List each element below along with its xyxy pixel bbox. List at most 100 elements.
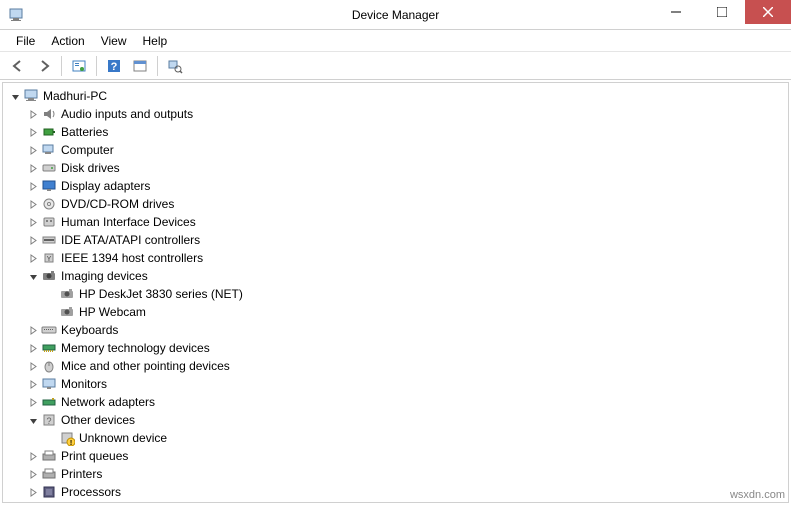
network-icon: [41, 394, 57, 410]
tree-node[interactable]: Display adapters: [3, 177, 788, 195]
svg-text:Y: Y: [47, 256, 52, 263]
window-title: Device Manager: [352, 8, 439, 22]
menu-view[interactable]: View: [93, 32, 135, 50]
audio-icon: [41, 106, 57, 122]
expand-icon: [45, 288, 57, 300]
tree-node[interactable]: Madhuri-PC: [3, 87, 788, 105]
imaging-device-icon: [59, 286, 75, 302]
expand-icon[interactable]: [27, 324, 39, 336]
back-button[interactable]: [6, 54, 30, 78]
tree-node[interactable]: Disk drives: [3, 159, 788, 177]
scan-button[interactable]: [163, 54, 187, 78]
menu-help[interactable]: Help: [135, 32, 176, 50]
tree-node-label: Memory technology devices: [61, 341, 210, 355]
monitor-icon: [41, 376, 57, 392]
expand-icon[interactable]: [27, 486, 39, 498]
minimize-button[interactable]: [653, 0, 699, 24]
expand-icon[interactable]: [27, 396, 39, 408]
tree-node[interactable]: Mice and other pointing devices: [3, 357, 788, 375]
tree-node-label: Mice and other pointing devices: [61, 359, 230, 373]
tree-node-label: Network adapters: [61, 395, 155, 409]
tree-node[interactable]: ? Other devices: [3, 411, 788, 429]
unknown-warning-icon: !: [59, 430, 75, 446]
toolbar-separator: [61, 56, 62, 76]
computer-root-icon: [23, 88, 39, 104]
ide-icon: [41, 232, 57, 248]
expand-icon[interactable]: [27, 234, 39, 246]
expand-icon[interactable]: [27, 360, 39, 372]
tree-node-label: Batteries: [61, 125, 108, 139]
memory-icon: [41, 340, 57, 356]
menu-file[interactable]: File: [8, 32, 43, 50]
svg-text:?: ?: [111, 61, 118, 73]
expand-icon[interactable]: [27, 342, 39, 354]
device-tree: Madhuri-PC Audio inputs and outputs Batter…: [3, 83, 788, 503]
show-hidden-button[interactable]: [67, 54, 91, 78]
toolbar: ?: [0, 52, 791, 80]
svg-text:?: ?: [46, 416, 51, 426]
menubar: File Action View Help: [0, 30, 791, 52]
tree-node-label: HP Webcam: [79, 305, 146, 319]
toolbar-separator: [157, 56, 158, 76]
tree-node[interactable]: Keyboards: [3, 321, 788, 339]
tree-node[interactable]: Processors: [3, 483, 788, 501]
tree-node[interactable]: IDE ATA/ATAPI controllers: [3, 231, 788, 249]
mouse-icon: [41, 358, 57, 374]
expand-icon[interactable]: [27, 144, 39, 156]
expand-icon[interactable]: [27, 378, 39, 390]
titlebar: Device Manager: [0, 0, 791, 30]
tree-node-label: Unknown device: [79, 431, 167, 445]
tree-node[interactable]: Memory technology devices: [3, 339, 788, 357]
menu-action[interactable]: Action: [43, 32, 92, 50]
tree-node[interactable]: Y IEEE 1394 host controllers: [3, 249, 788, 267]
tree-node[interactable]: Monitors: [3, 375, 788, 393]
tree-node[interactable]: Human Interface Devices: [3, 213, 788, 231]
tree-node[interactable]: ! Unknown device: [3, 429, 788, 447]
tree-node-label: Madhuri-PC: [43, 89, 107, 103]
collapse-icon[interactable]: [27, 414, 39, 426]
expand-icon: [45, 432, 57, 444]
device-tree-pane[interactable]: Madhuri-PC Audio inputs and outputs Batter…: [2, 82, 789, 503]
maximize-button[interactable]: [699, 0, 745, 24]
imaging-icon: [41, 268, 57, 284]
tree-node[interactable]: Printers: [3, 465, 788, 483]
tree-node-label: Disk drives: [61, 161, 120, 175]
imaging-device-icon: [59, 304, 75, 320]
tree-node-label: Display adapters: [61, 179, 150, 193]
expand-icon[interactable]: [27, 180, 39, 192]
tree-node[interactable]: HP DeskJet 3830 series (NET): [3, 285, 788, 303]
tree-node[interactable]: Computer: [3, 141, 788, 159]
tree-node[interactable]: Print queues: [3, 447, 788, 465]
expand-icon[interactable]: [27, 108, 39, 120]
disk-icon: [41, 160, 57, 176]
expand-icon[interactable]: [27, 216, 39, 228]
expand-icon[interactable]: [27, 198, 39, 210]
tree-node-label: IDE ATA/ATAPI controllers: [61, 233, 200, 247]
app-icon: [8, 7, 24, 23]
forward-button[interactable]: [32, 54, 56, 78]
tree-node[interactable]: Batteries: [3, 123, 788, 141]
tree-node-label: Other devices: [61, 413, 135, 427]
expand-icon[interactable]: [27, 450, 39, 462]
collapse-icon[interactable]: [27, 270, 39, 282]
tree-node-label: HP DeskJet 3830 series (NET): [79, 287, 243, 301]
collapse-icon[interactable]: [9, 90, 21, 102]
tree-node-label: Imaging devices: [61, 269, 148, 283]
tree-node-label: DVD/CD-ROM drives: [61, 197, 174, 211]
tree-node[interactable]: HP Webcam: [3, 303, 788, 321]
hid-icon: [41, 214, 57, 230]
expand-icon[interactable]: [27, 126, 39, 138]
tree-node[interactable]: Audio inputs and outputs: [3, 105, 788, 123]
tree-node[interactable]: Network adapters: [3, 393, 788, 411]
tree-node-label: Human Interface Devices: [61, 215, 196, 229]
expand-icon[interactable]: [27, 252, 39, 264]
expand-icon[interactable]: [27, 162, 39, 174]
help-button[interactable]: ?: [102, 54, 126, 78]
tree-node[interactable]: Imaging devices: [3, 267, 788, 285]
computer-icon: [41, 142, 57, 158]
expand-icon[interactable]: [27, 468, 39, 480]
tree-node-label: IEEE 1394 host controllers: [61, 251, 203, 265]
close-button[interactable]: [745, 0, 791, 24]
tree-node[interactable]: DVD/CD-ROM drives: [3, 195, 788, 213]
properties-button[interactable]: [128, 54, 152, 78]
